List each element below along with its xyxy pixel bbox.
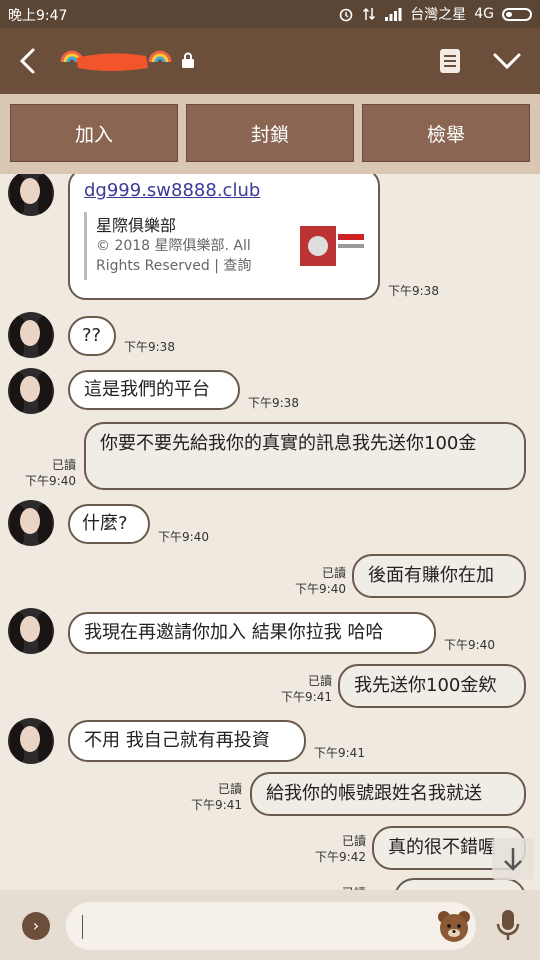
link-description: © 2018 星際俱樂部. All Rights Reserved | 查詢: [96, 238, 252, 274]
avatar[interactable]: [8, 174, 54, 216]
read-receipt: 已讀: [307, 674, 332, 688]
read-receipt: 已讀: [217, 782, 242, 796]
message-time: 下午9:42: [315, 850, 366, 864]
link-url[interactable]: dg999.sw8888.club: [84, 180, 260, 201]
data-transfer-icon: [363, 7, 376, 21]
status-icons: 台灣之星 4G: [338, 4, 532, 24]
message-time: 下午9:38: [124, 340, 175, 354]
carrier-name: 台灣之星: [410, 7, 467, 23]
outgoing-message[interactable]: 給我你的帳號跟姓名我就送: [250, 772, 526, 816]
status-time: 晚上9:47: [8, 8, 68, 24]
message-input-bar: ›: [0, 890, 540, 960]
outgoing-message[interactable]: 你要不要先給我你的真實的訊息我先送你100金: [84, 422, 526, 490]
notes-icon[interactable]: [438, 48, 462, 74]
message-input[interactable]: [66, 902, 476, 950]
back-arrow-icon[interactable]: [14, 44, 44, 78]
chat-header: [0, 28, 540, 94]
link-thumbnail: [300, 226, 364, 266]
avatar[interactable]: [8, 608, 54, 654]
lock-icon: [182, 52, 194, 68]
message-time: 下午9:38: [248, 396, 299, 410]
avatar[interactable]: [8, 500, 54, 546]
incoming-message[interactable]: 這是我們的平台: [68, 370, 240, 410]
message-time: 下午9:38: [388, 284, 439, 298]
battery-icon: [502, 7, 532, 21]
message-time: 下午9:40: [295, 582, 346, 596]
microphone-icon[interactable]: [496, 908, 520, 942]
sticker-icon[interactable]: [436, 908, 472, 944]
incoming-message[interactable]: ??: [68, 316, 116, 356]
status-bar: 晚上9:47 台灣之星 4G: [0, 0, 540, 28]
avatar[interactable]: [8, 368, 54, 414]
message-time: 下午9:40: [25, 474, 76, 488]
message-time: 下午9:41: [191, 798, 242, 812]
read-receipt: 已讀: [51, 458, 76, 472]
alarm-icon: [339, 8, 353, 22]
outgoing-message[interactable]: 後面有賺你在加: [352, 554, 526, 598]
chevron-down-icon[interactable]: [492, 50, 522, 72]
friend-action-bar: 加入 封鎖 檢舉: [0, 94, 540, 174]
report-button[interactable]: 檢舉: [362, 104, 530, 162]
avatar[interactable]: [8, 718, 54, 764]
redacted-contact-name: [60, 50, 172, 71]
link-preview-card[interactable]: dg999.sw8888.club 星際俱樂部 © 2018 星際俱樂部. Al…: [68, 174, 380, 300]
network-type: 4G: [474, 6, 494, 22]
chat-history[interactable]: dg999.sw8888.club 星際俱樂部 © 2018 星際俱樂部. Al…: [0, 174, 540, 890]
avatar[interactable]: [8, 312, 54, 358]
block-button[interactable]: 封鎖: [186, 104, 354, 162]
incoming-message[interactable]: 不用 我自己就有再投資: [68, 720, 306, 762]
add-friend-button[interactable]: 加入: [10, 104, 178, 162]
outgoing-message[interactable]: 我先送你100金欸: [338, 664, 526, 708]
link-title: 星際俱樂部: [96, 216, 177, 235]
signal-icon: [385, 8, 402, 21]
incoming-message[interactable]: 我現在再邀請你加入 結果你拉我 哈哈: [68, 612, 436, 654]
expand-menu-button[interactable]: ›: [22, 912, 50, 940]
message-time: 下午9:41: [314, 746, 365, 760]
read-receipt: 已讀: [341, 834, 366, 848]
read-receipt: 已讀: [321, 566, 346, 580]
text-cursor: [82, 915, 83, 939]
arrow-down-icon: [504, 848, 522, 871]
scroll-to-bottom-button[interactable]: [492, 838, 534, 880]
incoming-message[interactable]: 什麼?: [68, 504, 150, 544]
message-time: 下午9:41: [281, 690, 332, 704]
message-time: 下午9:40: [158, 530, 209, 544]
message-time: 下午9:40: [444, 638, 495, 652]
